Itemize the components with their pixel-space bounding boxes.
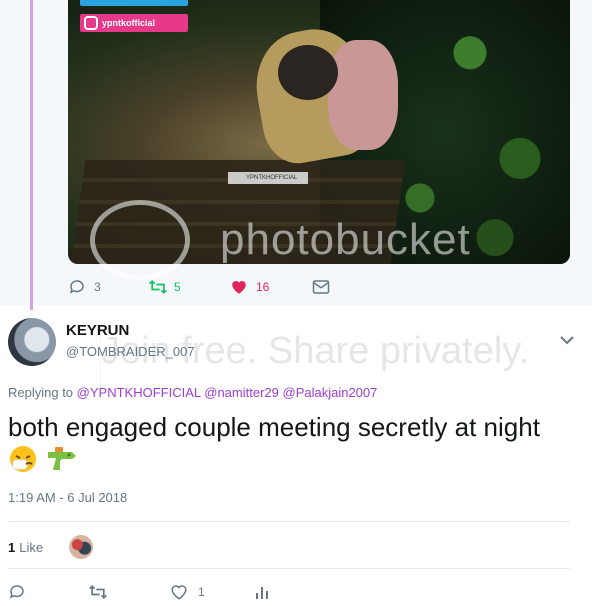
analytics-icon	[256, 587, 268, 599]
reply-button[interactable]: 3	[68, 278, 148, 296]
chevron-down-icon	[560, 336, 574, 345]
heart-icon	[171, 585, 187, 600]
small-watermark-text: YPNTKHOFFICIAL	[246, 175, 298, 181]
liker-avatar[interactable]	[69, 535, 94, 559]
instagram-icon	[84, 16, 98, 30]
divider	[8, 521, 570, 522]
mention-link[interactable]: @Palakjain2007	[283, 385, 378, 400]
tweet-timestamp[interactable]: 1:19 AM - 6 Jul 2018	[8, 490, 127, 505]
instagram-badge: ypntkofficial	[80, 14, 188, 32]
tweet-text-body: both engaged couple meeting secretly at …	[8, 412, 540, 442]
twitter-badge-strip	[80, 0, 188, 6]
author-name[interactable]: KEYRUN	[66, 322, 129, 339]
thread-line	[30, 0, 33, 310]
reply-icon	[69, 280, 84, 294]
tweet-text: both engaged couple meeting secretly at …	[8, 410, 568, 482]
tweet-stats: 1 Like	[8, 535, 94, 559]
tweet-media-image[interactable]: ypntkofficial YPNTKHOFFICIAL	[68, 0, 570, 264]
water-pistol-emoji-icon	[45, 444, 79, 482]
divider	[8, 568, 570, 569]
replying-to: Replying to @YPNTKHOFFICIAL @namitter29 …	[8, 385, 377, 400]
heart-icon	[232, 281, 246, 294]
retweet-icon	[149, 279, 167, 295]
retweet-icon	[89, 584, 107, 600]
mention-link[interactable]: @YPNTKHOFFICIAL	[77, 385, 201, 400]
photo-person-b	[328, 40, 398, 150]
tweet-actions: 1	[8, 582, 270, 602]
like-button[interactable]: 1	[170, 583, 254, 601]
instagram-badge-text: ypntkofficial	[102, 18, 156, 28]
retweet-button[interactable]	[88, 583, 170, 601]
like-count: 1	[198, 585, 205, 599]
like-count: 16	[256, 280, 270, 294]
likes-count[interactable]: 1	[8, 540, 15, 555]
direct-message-button[interactable]	[312, 279, 330, 295]
retweet-count: 5	[174, 280, 181, 294]
small-watermark: YPNTKHOFFICIAL	[228, 172, 308, 184]
tweet-author: KEYRUN @TOMBRAIDER_007	[8, 318, 578, 368]
mention-link[interactable]: @namitter29	[204, 385, 279, 400]
retweet-button[interactable]: 5	[148, 278, 230, 296]
replying-label: Replying to	[8, 385, 74, 400]
sneezing-face-emoji-icon	[8, 444, 38, 482]
photo-head	[278, 45, 338, 100]
mail-icon	[312, 280, 330, 294]
author-handle[interactable]: @TOMBRAIDER_007	[66, 344, 195, 359]
reply-button[interactable]	[8, 583, 88, 601]
quoted-tweet-actions: 3 5 16	[68, 277, 330, 297]
tweet-menu-button[interactable]	[560, 332, 574, 350]
avatar[interactable]	[8, 318, 56, 366]
reply-icon	[9, 585, 24, 599]
likes-label[interactable]: Like	[19, 540, 43, 555]
analytics-button[interactable]	[254, 584, 270, 600]
like-button[interactable]: 16	[230, 278, 312, 296]
reply-count: 3	[94, 280, 101, 294]
